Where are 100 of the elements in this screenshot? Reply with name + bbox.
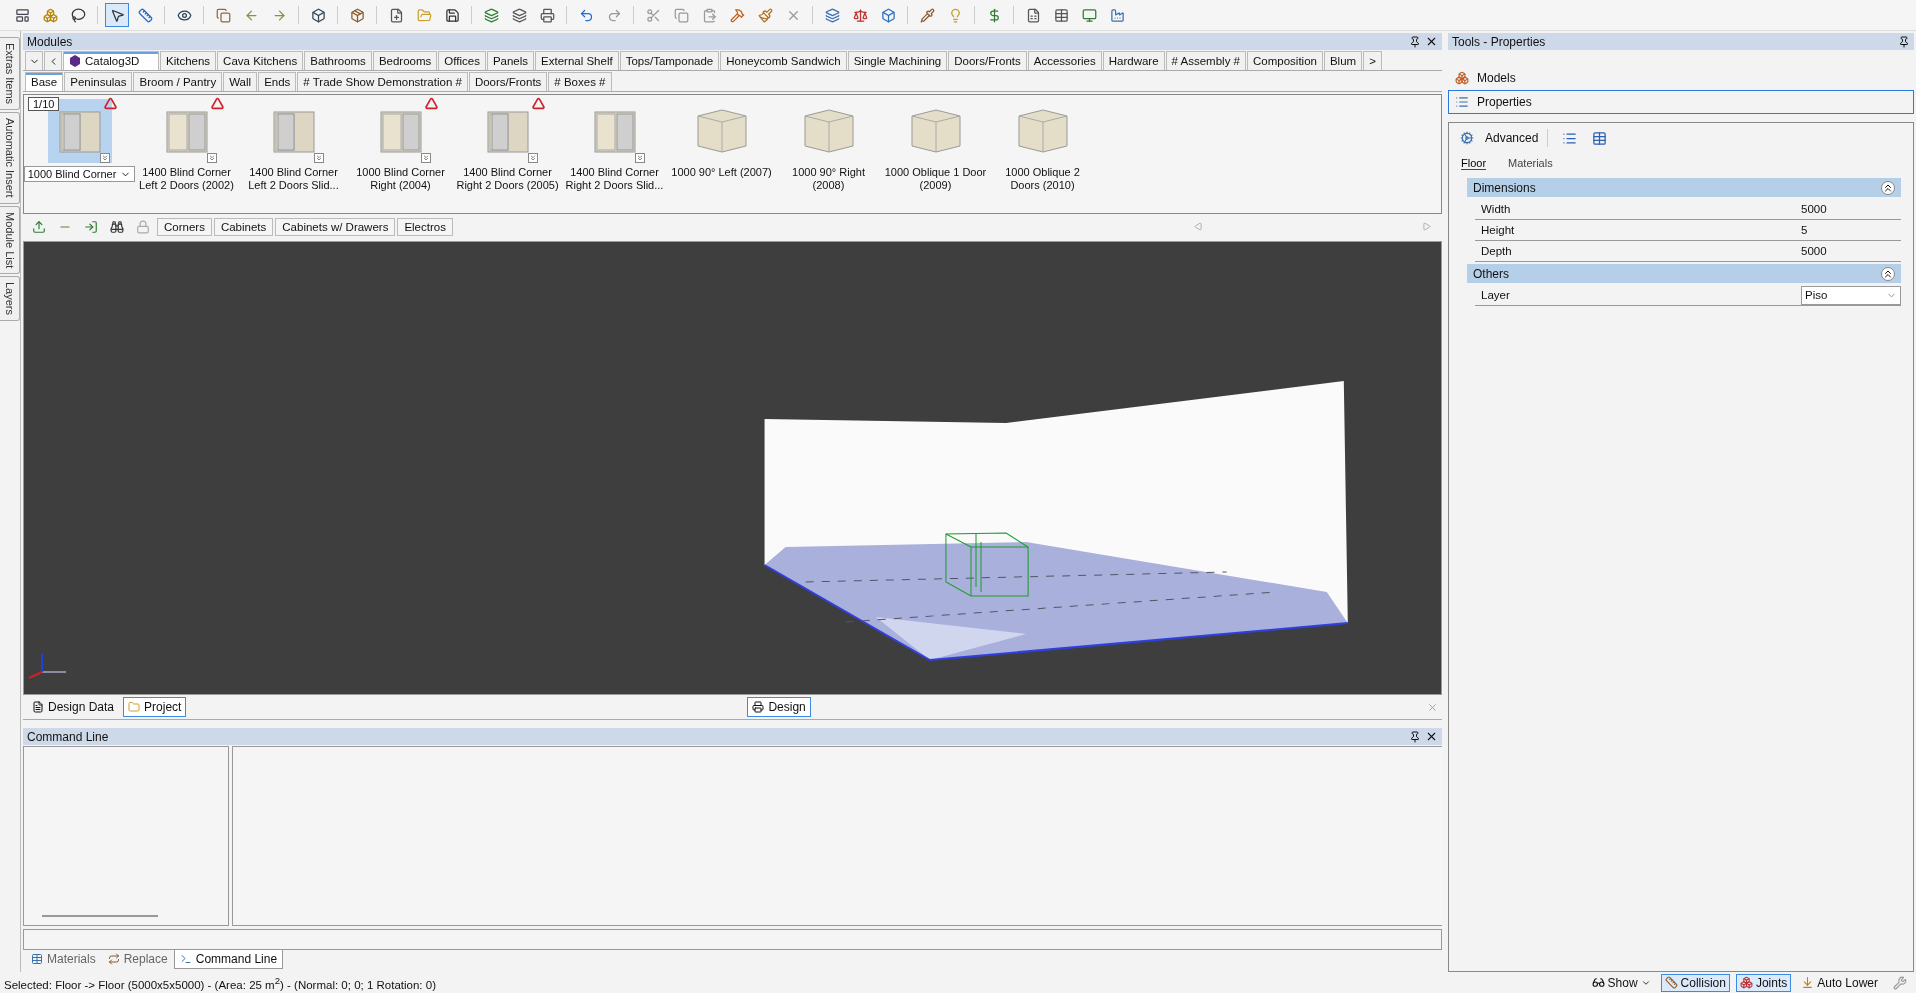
group-tab[interactable]: Electros: [397, 217, 453, 236]
subcategory-tab[interactable]: Wall: [223, 72, 258, 91]
boxes-icon: [1455, 71, 1469, 85]
expand-icon[interactable]: [100, 153, 110, 163]
panel-nav-item[interactable]: Properties: [1448, 90, 1914, 114]
group-tab[interactable]: Cabinets: [213, 217, 274, 236]
scroll-left-button[interactable]: [44, 51, 62, 70]
module-label: 1400 Blind Corner Right 2 Doors (2005): [455, 166, 560, 192]
status-toggle[interactable]: Auto Lower: [1797, 973, 1882, 992]
expand-icon[interactable]: [528, 153, 538, 163]
group-title: Dimensions: [1473, 180, 1537, 195]
category-tab[interactable]: Accessories: [1027, 51, 1102, 70]
category-tab[interactable]: Hardware: [1102, 51, 1165, 70]
3d-viewport[interactable]: [23, 241, 1442, 695]
cube-icon: [69, 55, 81, 67]
side-tab[interactable]: Automatic Insert: [0, 112, 20, 204]
object-tab[interactable]: Materials: [1508, 157, 1553, 170]
subcategory-tab[interactable]: Ends: [258, 72, 297, 91]
pin-icon[interactable]: [1898, 35, 1910, 48]
module-label: 1000 Oblique 2 Doors (2010): [1004, 166, 1081, 192]
category-tab[interactable]: Kitchens: [160, 51, 217, 70]
property-value[interactable]: 5000: [1801, 203, 1901, 215]
category-tab[interactable]: Cava Kitchens: [217, 51, 304, 70]
expand-icon[interactable]: [314, 153, 324, 163]
mode-label: Advanced: [1485, 131, 1539, 145]
category-tab[interactable]: Single Machining: [847, 51, 948, 70]
pointer-icon[interactable]: [105, 3, 129, 27]
pin-icon[interactable]: [1409, 730, 1421, 743]
expand-icon[interactable]: [207, 153, 217, 163]
collapse-icon[interactable]: [1881, 180, 1895, 195]
group-tab[interactable]: Corners: [157, 217, 212, 236]
module-label: 1400 Blind Corner Left 2 Doors Slid...: [247, 166, 340, 192]
property-select[interactable]: Piso: [1801, 285, 1901, 305]
property-value[interactable]: 5000: [1801, 245, 1901, 257]
status-text: Selected: Floor -> Floor (5000x5x5000) - (Area: 25 m$^{2}$) - (Normal: 0; 0; 1 Rotation: 0): [4, 974, 437, 991]
property-name: Depth: [1481, 245, 1513, 257]
more-tabs-button[interactable]: >: [1363, 51, 1382, 70]
category-tab[interactable]: Tops/Tamponade: [619, 51, 720, 70]
show-dropdown[interactable]: Show: [1587, 973, 1655, 992]
group-tab[interactable]: Cabinets w/ Drawers: [275, 217, 396, 236]
category-tab[interactable]: # Assembly #: [1165, 51, 1246, 70]
document-tab[interactable]: Project: [123, 697, 187, 717]
page-counter: 1/10: [28, 97, 60, 111]
bottom-tab[interactable]: Materials: [25, 950, 102, 969]
collapse-icon[interactable]: [1881, 266, 1895, 281]
expand-icon[interactable]: [421, 153, 431, 163]
category-tab[interactable]: Bedrooms: [372, 51, 438, 70]
side-tab[interactable]: Module List: [0, 205, 20, 274]
module-label: 1000 90° Right (2008): [791, 166, 866, 192]
property-group-header[interactable]: Others: [1467, 264, 1901, 283]
subcategory-tab[interactable]: Peninsulas: [64, 72, 133, 91]
side-tab[interactable]: Layers: [0, 275, 20, 321]
ruler-icon: [1664, 976, 1678, 989]
pin-icon[interactable]: [1409, 35, 1421, 48]
category-tab[interactable]: Offices: [438, 51, 486, 70]
subcategory-tab[interactable]: Doors/Fronts: [468, 72, 548, 91]
arrow-down-icon: [1801, 976, 1815, 989]
category-tab[interactable]: Catalog3D: [63, 51, 159, 70]
status-toggle[interactable]: Collision: [1660, 973, 1730, 992]
subcategory-tab[interactable]: Base: [25, 72, 64, 91]
category-tab[interactable]: Panels: [486, 51, 535, 70]
view-tab[interactable]: Design: [747, 697, 811, 717]
document-tab[interactable]: Design Data: [27, 697, 120, 717]
property-group-header[interactable]: Dimensions: [1467, 178, 1901, 197]
subcategory-tab[interactable]: # Trade Show Demonstration #: [297, 72, 468, 91]
property-value[interactable]: 5: [1801, 224, 1901, 236]
property-name: Width: [1481, 203, 1512, 215]
category-tab[interactable]: Bathrooms: [304, 51, 372, 70]
bottom-tab[interactable]: Replace: [101, 950, 174, 969]
document-icon: [32, 701, 44, 713]
object-tab[interactable]: Floor: [1461, 157, 1487, 170]
dropdown-button[interactable]: [25, 51, 43, 70]
command-list[interactable]: [23, 746, 229, 926]
command-input[interactable]: [23, 929, 1442, 950]
table-icon: [31, 953, 43, 965]
subcategory-tab[interactable]: Broom / Pantry: [133, 72, 223, 91]
property-name: Height: [1481, 224, 1516, 236]
subcategory-tab[interactable]: # Boxes #: [548, 72, 612, 91]
panel-title: Modules: [27, 34, 74, 49]
close-icon[interactable]: [1425, 730, 1438, 743]
terminal-icon: [179, 953, 192, 965]
status-toggle[interactable]: Joints: [1735, 973, 1792, 992]
category-tab[interactable]: External Shelf: [535, 51, 619, 70]
category-tab[interactable]: Honeycomb Sandwich: [720, 51, 847, 70]
module-label: 1000 90° Left (2007): [670, 166, 773, 179]
category-tab[interactable]: Composition: [1247, 51, 1323, 70]
bottom-tab[interactable]: Command Line: [173, 950, 284, 969]
panel-title: Command Line: [27, 729, 110, 744]
list-icon: [1455, 95, 1469, 109]
close-icon[interactable]: [1425, 35, 1438, 48]
group-title: Others: [1473, 266, 1510, 281]
category-tab[interactable]: Blum: [1323, 51, 1363, 70]
boxes-icon: [1739, 976, 1753, 989]
category-tab[interactable]: Doors/Fronts: [948, 51, 1027, 70]
side-tab[interactable]: Extras Items: [0, 37, 20, 111]
module-select[interactable]: 1000 Blind Corner: [23, 166, 136, 182]
expand-icon[interactable]: [635, 153, 645, 163]
panel-title: Tools - Properties: [1452, 34, 1547, 49]
module-label: 1400 Blind Corner Left 2 Doors (2002): [138, 166, 235, 192]
panel-nav-item[interactable]: Models: [1448, 66, 1914, 90]
